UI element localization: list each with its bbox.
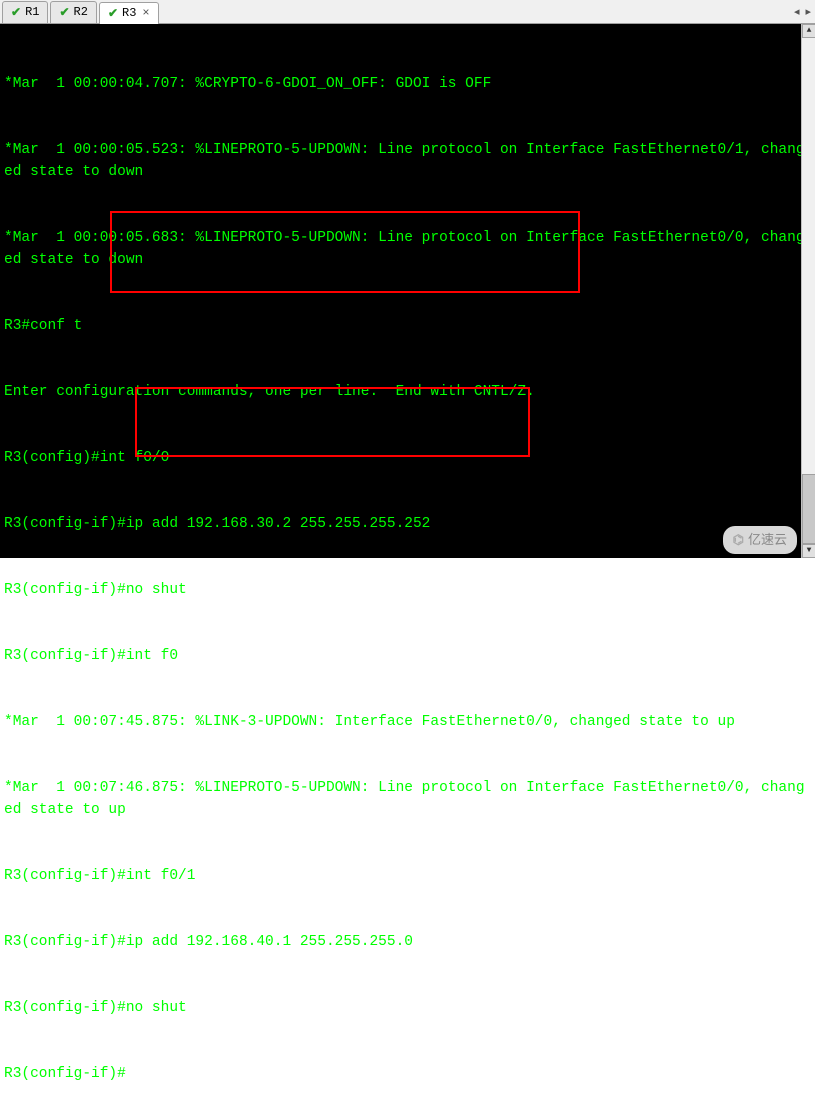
check-icon: ✔ bbox=[59, 5, 69, 20]
log-line: R3(config-if)#no shut bbox=[4, 579, 811, 601]
check-icon: ✔ bbox=[11, 5, 21, 20]
log-line: *Mar 1 00:00:04.707: %CRYPTO-6-GDOI_ON_O… bbox=[4, 73, 811, 95]
tab-nav-left-icon[interactable]: ◂ bbox=[794, 5, 800, 19]
tab-label: R2 bbox=[74, 5, 88, 19]
terminal-output[interactable]: *Mar 1 00:00:04.707: %CRYPTO-6-GDOI_ON_O… bbox=[0, 24, 815, 558]
log-line: *Mar 1 00:07:45.875: %LINK-3-UPDOWN: Int… bbox=[4, 711, 811, 733]
log-line: *Mar 1 00:07:46.875: %LINEPROTO-5-UPDOWN… bbox=[4, 777, 811, 821]
tab-r3[interactable]: ✔ R3 × bbox=[99, 2, 159, 24]
watermark: ⌬ 亿速云 bbox=[723, 526, 797, 554]
scroll-up-icon[interactable]: ▲ bbox=[802, 24, 815, 38]
log-line: Enter configuration commands, one per li… bbox=[4, 381, 811, 403]
log-line: R3(config-if)#ip add 192.168.30.2 255.25… bbox=[4, 513, 811, 535]
tab-r1[interactable]: ✔ R1 bbox=[2, 1, 48, 23]
tab-nav-right-icon[interactable]: ▸ bbox=[805, 5, 811, 19]
cloud-icon: ⌬ bbox=[733, 529, 744, 551]
scroll-thumb[interactable] bbox=[802, 474, 815, 544]
log-line: R3(config-if)#int f0 bbox=[4, 645, 811, 667]
log-line: *Mar 1 00:00:05.523: %LINEPROTO-5-UPDOWN… bbox=[4, 139, 811, 183]
vertical-scrollbar[interactable]: ▲ ▼ bbox=[801, 24, 815, 558]
log-line: R3(config-if)#no shut bbox=[4, 997, 811, 1019]
log-line: *Mar 1 00:00:05.683: %LINEPROTO-5-UPDOWN… bbox=[4, 227, 811, 271]
close-icon[interactable]: × bbox=[142, 6, 149, 20]
tab-label: R1 bbox=[25, 5, 39, 19]
log-line: R3(config-if)#int f0/1 bbox=[4, 865, 811, 887]
check-icon: ✔ bbox=[108, 6, 118, 21]
tabbar-controls: ◂ ▸ bbox=[794, 5, 815, 19]
scroll-down-icon[interactable]: ▼ bbox=[802, 544, 815, 558]
log-line: R3(config-if)#ip add 192.168.40.1 255.25… bbox=[4, 931, 811, 953]
tab-r2[interactable]: ✔ R2 bbox=[50, 1, 96, 23]
log-line: R3#conf t bbox=[4, 315, 811, 337]
watermark-text: 亿速云 bbox=[748, 529, 787, 551]
log-line: R3(config)#int f0/0 bbox=[4, 447, 811, 469]
tab-bar: ✔ R1 ✔ R2 ✔ R3 × ◂ ▸ bbox=[0, 0, 815, 24]
log-line: R3(config-if)# bbox=[4, 1063, 811, 1085]
tab-label: R3 bbox=[122, 6, 136, 20]
